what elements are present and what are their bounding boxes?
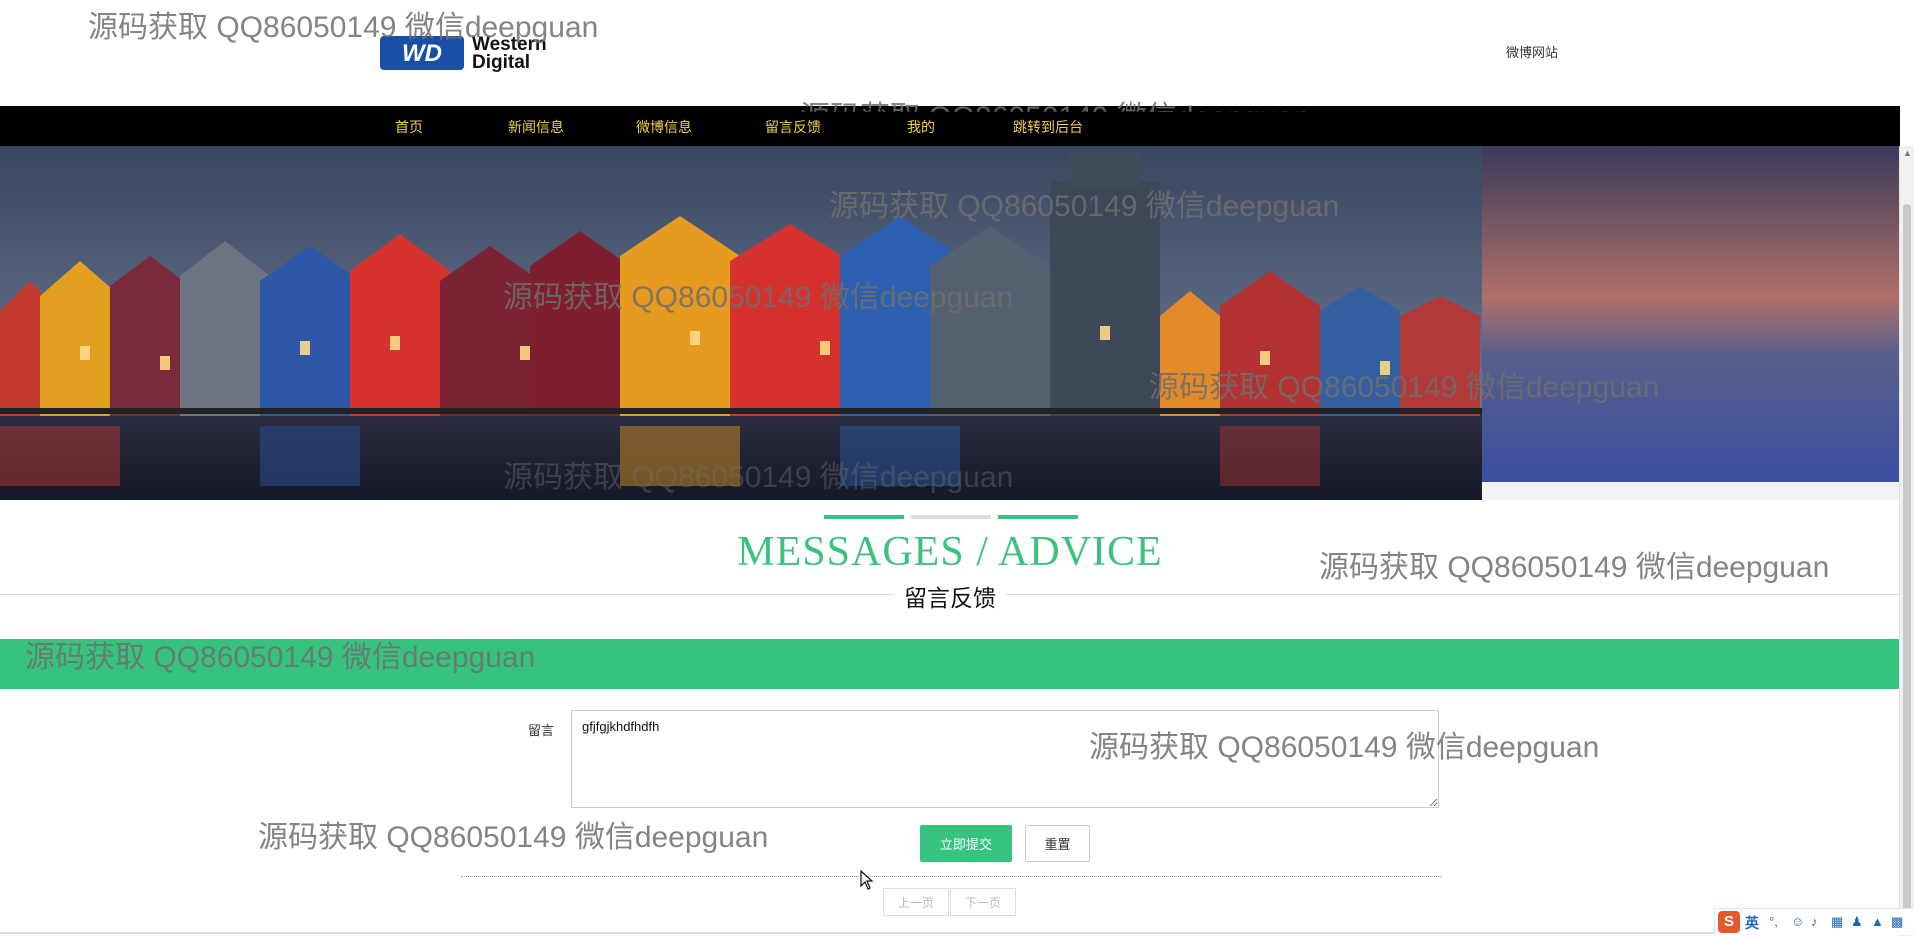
grid-menu-icon[interactable]: ▩ [1891, 914, 1903, 930]
ime-toolbar[interactable]: S 英 °, ☺ ♪ ▦ ♟ ▲ ▩ [1714, 908, 1914, 935]
watermark-text: 源码获取 QQ86050149 微信deepguan [258, 821, 769, 854]
carousel-indicators [824, 515, 1078, 520]
section-title: MESSAGES / ADVICE [737, 529, 1163, 575]
carousel-dot-1[interactable] [824, 515, 904, 519]
prev-page-button[interactable]: 上一页 [883, 888, 949, 916]
scroll-thumb[interactable] [1903, 204, 1911, 926]
nav-item-news[interactable]: 新闻信息 [508, 117, 564, 137]
next-page-button[interactable]: 下一页 [950, 888, 1016, 916]
skin-icon[interactable]: ▲ [1871, 914, 1884, 929]
carousel-dot-2[interactable] [911, 515, 991, 519]
reset-button[interactable]: 重置 [1025, 825, 1090, 862]
nav-item-weibo[interactable]: 微博信息 [636, 117, 692, 137]
banner-image [0, 146, 1900, 500]
nav-item-home[interactable]: 首页 [395, 117, 423, 137]
list-divider [461, 876, 1441, 877]
ime-language-toggle[interactable]: 英 [1745, 913, 1759, 933]
sogou-logo-icon[interactable]: S [1718, 911, 1740, 933]
section-subtitle-wrap: 留言反馈 [0, 579, 1900, 613]
microphone-icon[interactable]: ♪ [1811, 914, 1818, 929]
section-subtitle: 留言反馈 [894, 579, 1006, 613]
punctuation-icon[interactable]: °, [1769, 914, 1778, 929]
mouse-cursor-icon [860, 869, 874, 895]
svg-text:Digital: Digital [472, 52, 530, 72]
svg-text:WD: WD [402, 40, 442, 67]
message-label: 留言 [528, 723, 555, 738]
site-header: WD Western Digital 微博网站 [0, 0, 1900, 106]
nav-item-mine[interactable]: 我的 [907, 117, 935, 137]
banner-carousel[interactable] [0, 146, 1900, 500]
carousel-dot-3[interactable] [998, 515, 1078, 519]
nav-item-admin[interactable]: 跳转到后台 [1013, 117, 1083, 137]
user-icon[interactable]: ♟ [1851, 914, 1863, 930]
emoji-icon[interactable]: ☺ [1791, 914, 1804, 929]
accent-bar [0, 639, 1900, 689]
nav-item-feedback[interactable]: 留言反馈 [765, 117, 821, 137]
message-textarea[interactable]: gfjfgjkhdfhdfh [571, 710, 1439, 808]
page-scrollbar[interactable]: ▲ [1899, 146, 1914, 936]
scroll-up-icon[interactable]: ▲ [1903, 148, 1912, 158]
site-logo[interactable]: WD Western Digital [380, 32, 570, 72]
keyboard-icon[interactable]: ▦ [1831, 914, 1843, 930]
site-name-link[interactable]: 微博网站 [1506, 42, 1558, 61]
western-digital-logo-icon: WD Western Digital [380, 34, 547, 72]
footer-divider [0, 932, 1900, 934]
main-nav: 首页 新闻信息 微博信息 留言反馈 我的 跳转到后台 [0, 106, 1900, 146]
submit-button[interactable]: 立即提交 [920, 825, 1012, 862]
